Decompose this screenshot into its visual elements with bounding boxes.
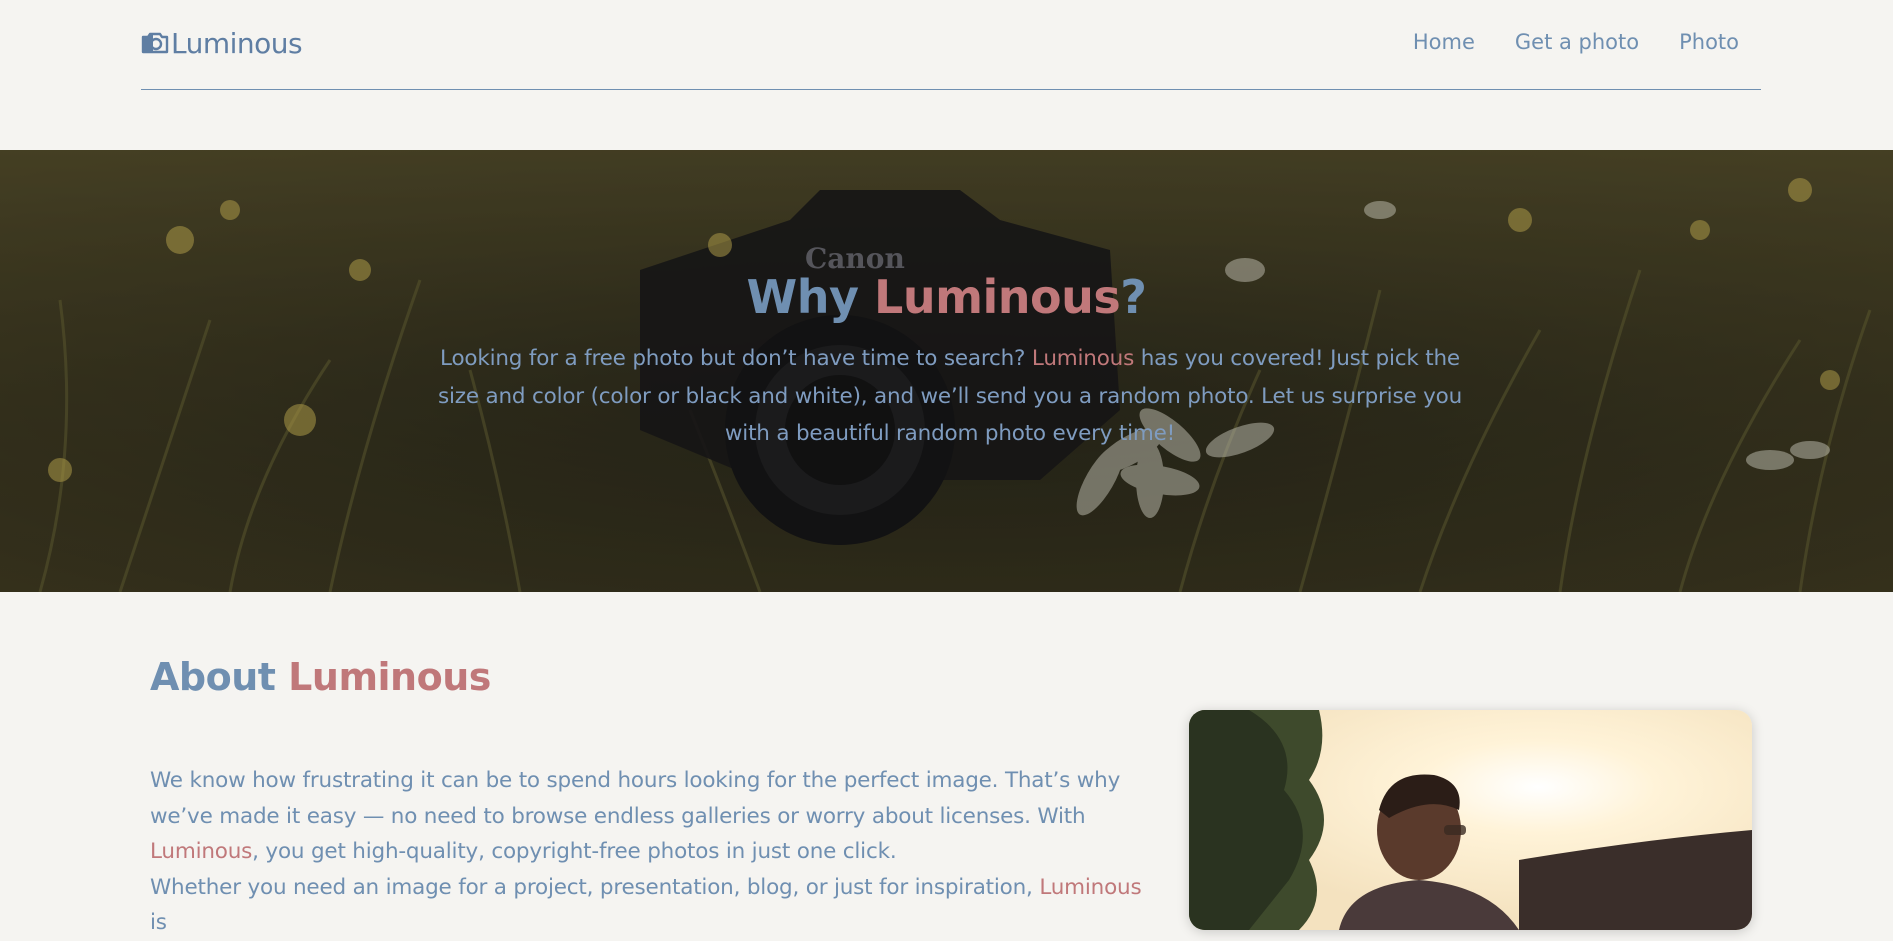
brand-name: Luminous [288,655,491,699]
brand-name: Luminous [874,270,1121,324]
site-header: Luminous Home Get a photo Photo [141,0,1761,90]
brand-name: Luminous [1039,874,1142,900]
hero-title: Why Luminous? [746,270,1147,324]
nav-photo[interactable]: Photo [1679,30,1739,54]
about-image [1189,710,1752,930]
photographer-photo [1189,710,1752,930]
nav-get-a-photo[interactable]: Get a photo [1515,30,1639,54]
about-title: About Luminous [150,655,491,699]
main-nav: Home Get a photo Photo [1413,30,1739,54]
logo-text: Luminous [171,26,303,60]
about-paragraph: Whether you need an image for a project,… [150,874,1142,936]
hero-description: Looking for a free photo but don’t have … [437,346,1463,446]
about-description: We know how frustrating it can be to spe… [150,763,1150,941]
brand-name: Luminous [1031,346,1135,371]
logo[interactable]: Luminous [141,26,303,60]
about-paragraph: We know how frustrating it can be to spe… [150,768,1121,864]
hero-section: Canon Why Luminous? Looking for a free p… [0,150,1893,592]
nav-home[interactable]: Home [1413,30,1475,54]
camera-icon [141,32,169,54]
brand-name: Luminous [150,839,253,864]
